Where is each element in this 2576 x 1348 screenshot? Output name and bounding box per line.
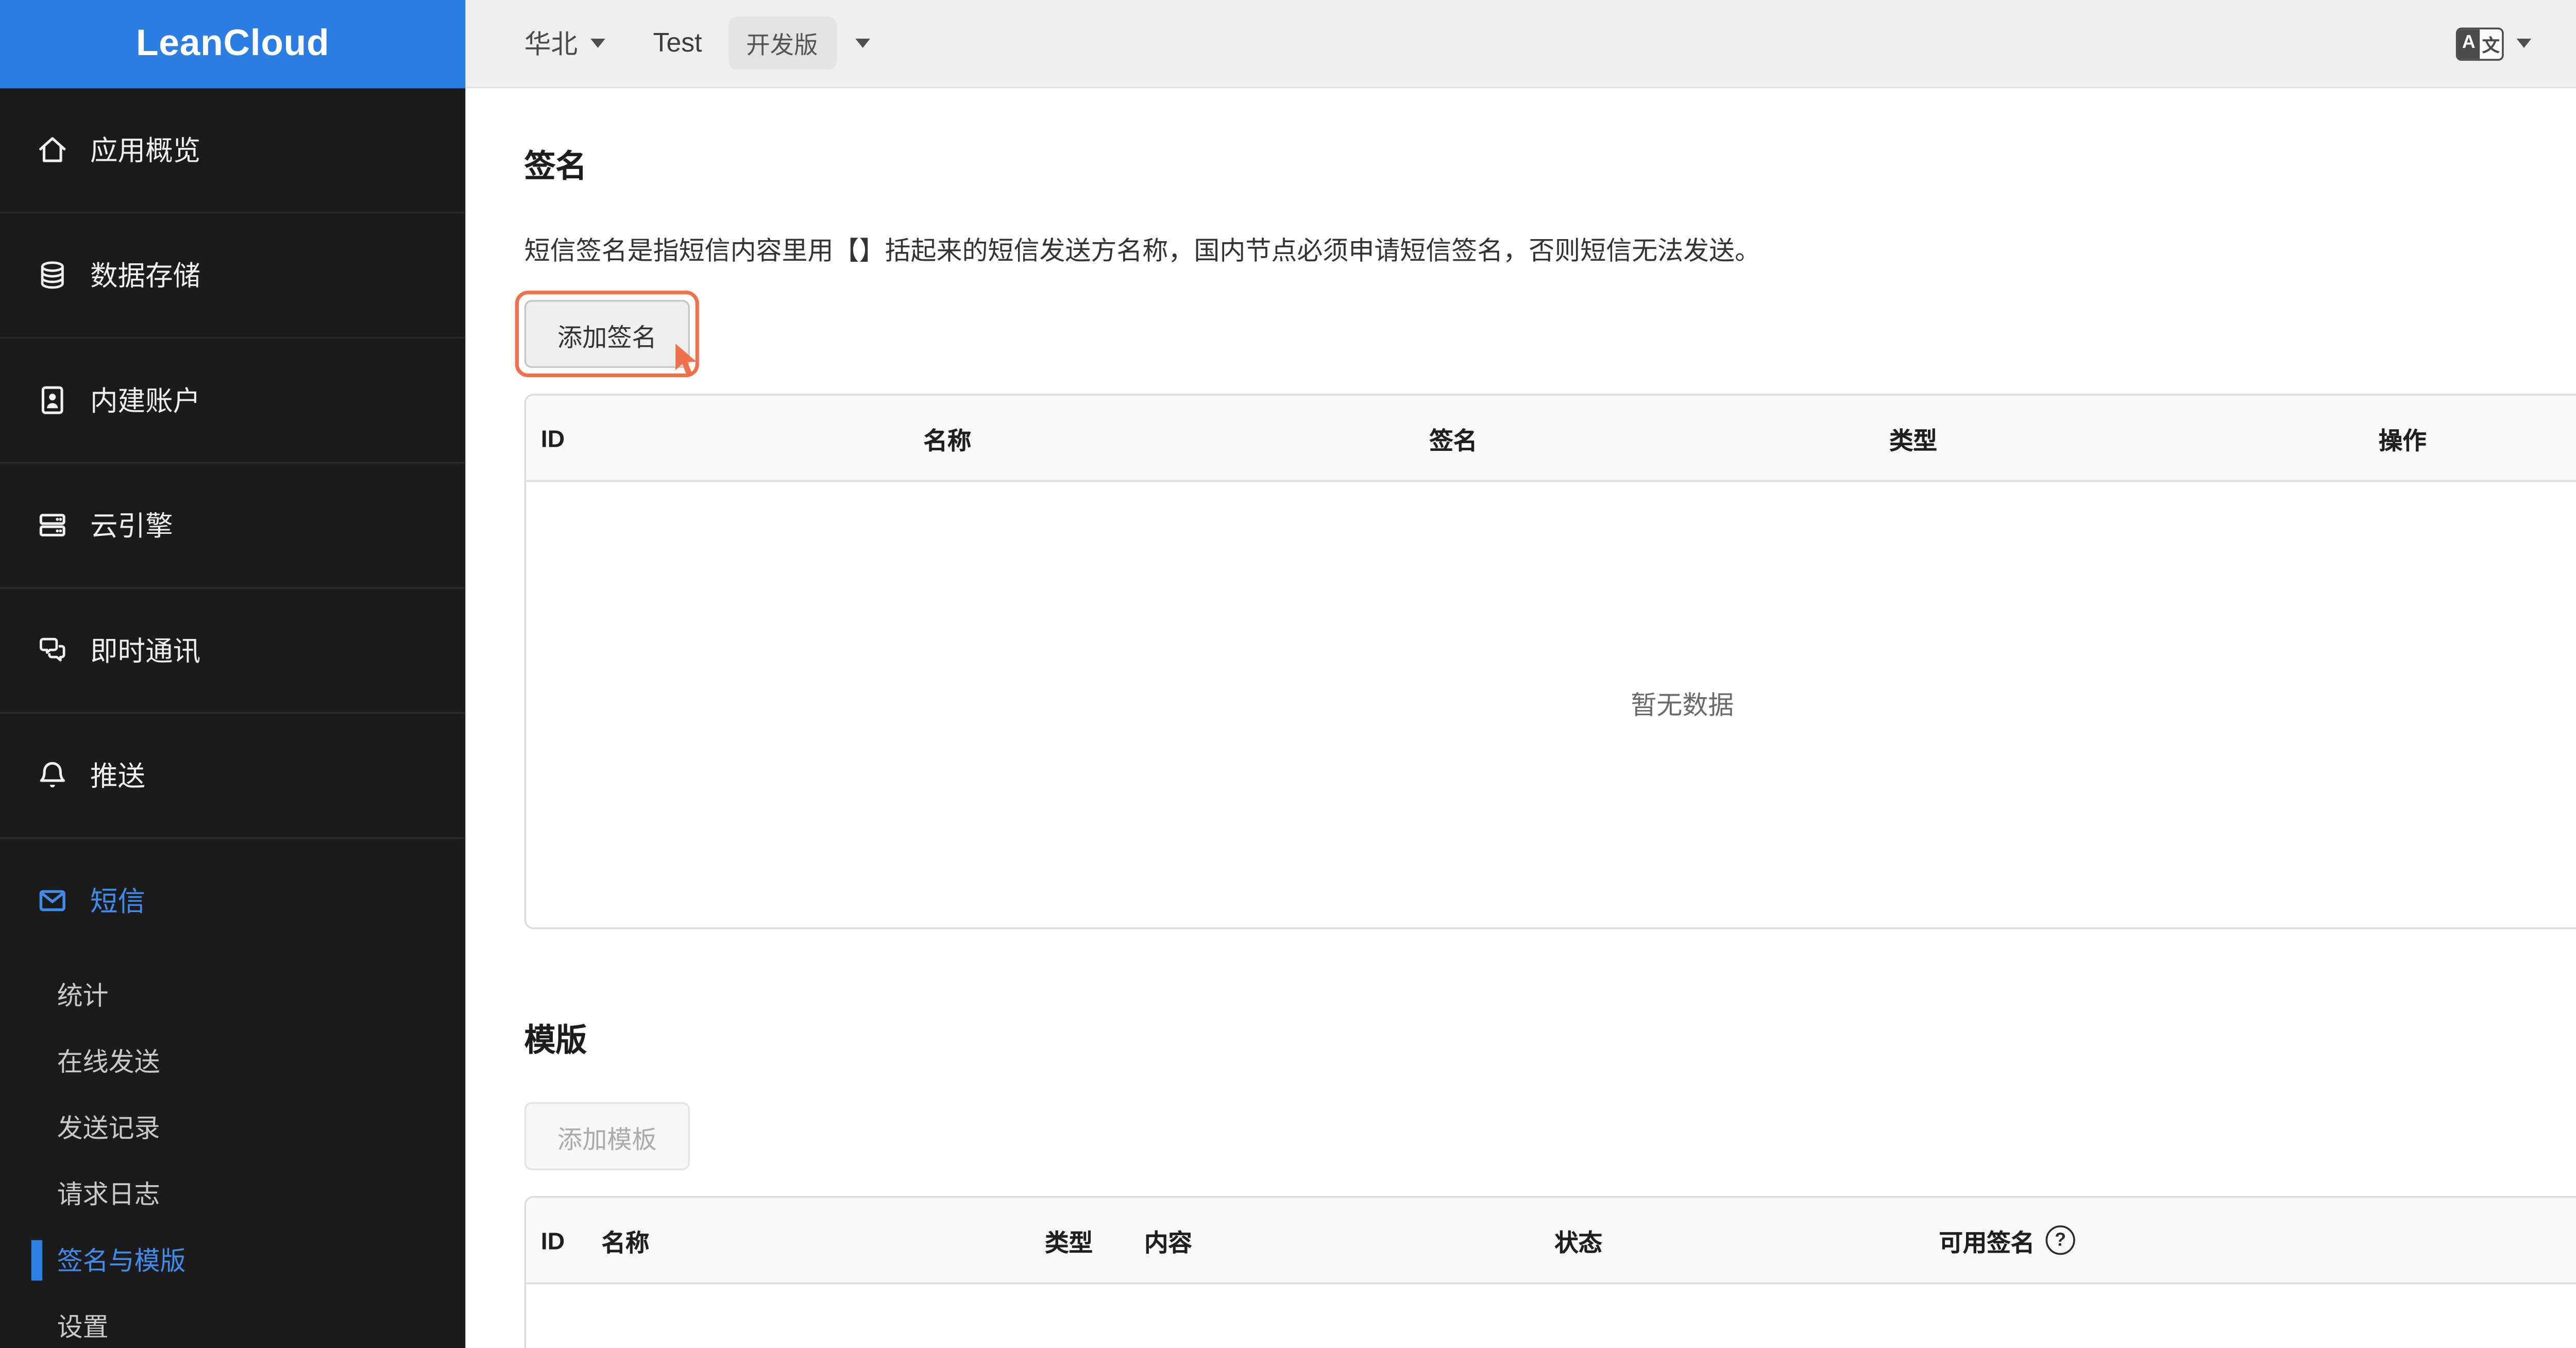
topbar: 华北 Test 开发版 A文 帮助 xyxy=(465,0,2576,89)
column-header-name: 名称 xyxy=(601,1228,650,1256)
sidebar-subitem-send-records[interactable]: 发送记录 xyxy=(0,1095,465,1161)
sidebar-item-label: 数据存储 xyxy=(90,261,201,293)
translate-icon: A文 xyxy=(2455,26,2504,60)
sidebar-item-built-in-accounts[interactable]: 内建账户 xyxy=(0,336,466,462)
chevron-down-icon xyxy=(2516,38,2532,48)
sidebar-item-app-overview[interactable]: 应用概览 xyxy=(0,88,465,211)
template-section-title: 模版 xyxy=(524,1023,587,1058)
add-template-button[interactable]: 添加模板 xyxy=(524,1102,690,1170)
sidebar-item-push[interactable]: 推送 xyxy=(0,712,466,837)
sidebar-item-label: 应用概览 xyxy=(90,136,201,167)
sidebar-item-label: 云引擎 xyxy=(90,511,173,543)
mouse-cursor-icon xyxy=(673,342,699,386)
active-indicator-bar xyxy=(31,1240,43,1281)
signature-table-header: ID 名称 签名 类型 操作 xyxy=(526,395,2576,482)
signature-section-title: 签名 xyxy=(524,149,587,184)
sidebar-subitem-request-logs[interactable]: 请求日志 xyxy=(0,1161,465,1227)
column-header-id: ID xyxy=(540,1226,565,1254)
template-table-body xyxy=(526,1284,2576,1348)
subitem-label: 请求日志 xyxy=(57,1179,160,1209)
sidebar-item-cloud-engine[interactable]: 云引擎 xyxy=(0,462,466,587)
home-icon xyxy=(33,131,70,168)
region-label: 华北 xyxy=(524,31,578,61)
bell-icon xyxy=(33,757,70,794)
env-badge: 开发版 xyxy=(727,16,837,70)
sidebar-item-label: 短信 xyxy=(90,887,146,918)
sidebar-item-data-storage[interactable]: 数据存储 xyxy=(0,211,466,337)
id-card-icon xyxy=(33,382,70,418)
column-header-id: ID xyxy=(540,424,565,452)
envelope-icon xyxy=(33,882,70,919)
column-header-available-signatures: 可用签名 ? xyxy=(1924,1223,2394,1258)
sidebar-item-label: 推送 xyxy=(90,762,146,793)
leancloud-logo[interactable]: LeanCloud xyxy=(0,0,466,89)
template-table-header: ID 名称 类型 内容 状态 可用签名 ? 操作 xyxy=(526,1198,2576,1285)
column-header-actions: 操作 xyxy=(2378,426,2427,454)
signature-table: ID 名称 签名 类型 操作 暂无数据 xyxy=(524,394,2576,930)
sidebar-sms-submenu: 统计 在线发送 发送记录 请求日志 签名与模版 设置 xyxy=(0,962,465,1348)
environment-dropdown[interactable]: 开发版 xyxy=(727,16,870,70)
main-content: 签名 短信签名是指短信内容里用【】括起来的短信发送方名称，国内节点必须申请短信签… xyxy=(465,90,2576,1348)
template-table: ID 名称 类型 内容 状态 可用签名 ? 操作 xyxy=(524,1195,2576,1348)
add-signature-button-wrap: 添加签名 xyxy=(515,291,699,377)
column-header-content: 内容 xyxy=(1144,1228,1192,1256)
sidebar: LeanCloud 应用概览 数据存储 内建账户 云引擎 即时通讯 推送 短信 … xyxy=(0,0,466,1348)
server-icon xyxy=(33,507,70,544)
sidebar-item-label: 内建账户 xyxy=(90,386,201,418)
column-header-signature: 签名 xyxy=(1429,426,1478,454)
column-header-name: 名称 xyxy=(923,426,972,454)
region-dropdown[interactable]: 华北 xyxy=(524,24,605,62)
chat-icon xyxy=(33,632,70,669)
sidebar-subitem-signature-templates[interactable]: 签名与模版 xyxy=(0,1227,465,1294)
column-header-type: 类型 xyxy=(1045,1228,1093,1256)
subitem-label: 在线发送 xyxy=(57,1047,160,1076)
column-header-status: 状态 xyxy=(1554,1228,1603,1256)
add-signature-button[interactable]: 添加签名 xyxy=(524,300,690,368)
empty-state-text: 暂无数据 xyxy=(1631,690,1734,720)
subitem-label: 统计 xyxy=(57,981,109,1010)
sidebar-item-instant-messaging[interactable]: 即时通讯 xyxy=(0,587,466,712)
column-header-actions: 操作 xyxy=(2393,1223,2576,1258)
sidebar-item-sms[interactable]: 短信 xyxy=(0,837,466,963)
sidebar-item-label: 即时通讯 xyxy=(90,636,201,668)
sidebar-subitem-settings[interactable]: 设置 xyxy=(0,1293,465,1348)
chevron-down-icon xyxy=(590,38,605,48)
subitem-label: 签名与模版 xyxy=(57,1245,186,1275)
sidebar-subitem-online-send[interactable]: 在线发送 xyxy=(0,1029,465,1095)
help-icon[interactable]: ? xyxy=(2045,1225,2075,1255)
add-template-button-row: 添加模板 xyxy=(524,1102,2576,1170)
sidebar-main-nav: 应用概览 数据存储 内建账户 云引擎 即时通讯 推送 短信 xyxy=(0,88,466,963)
signature-description: 短信签名是指短信内容里用【】括起来的短信发送方名称，国内节点必须申请短信签名，否… xyxy=(524,235,1761,265)
topbar-right: A文 帮助 xyxy=(2455,0,2576,87)
column-header-type: 类型 xyxy=(1889,426,1938,454)
sidebar-subitem-stats[interactable]: 统计 xyxy=(0,962,465,1029)
app-name: Test xyxy=(653,28,702,58)
database-icon xyxy=(33,257,70,293)
subitem-label: 设置 xyxy=(57,1311,109,1342)
app-window: LeanCloud 应用概览 数据存储 内建账户 云引擎 即时通讯 推送 短信 … xyxy=(0,0,2576,1348)
language-dropdown[interactable]: A文 xyxy=(2455,26,2532,60)
subitem-label: 发送记录 xyxy=(57,1113,160,1143)
chevron-down-icon xyxy=(854,38,870,48)
